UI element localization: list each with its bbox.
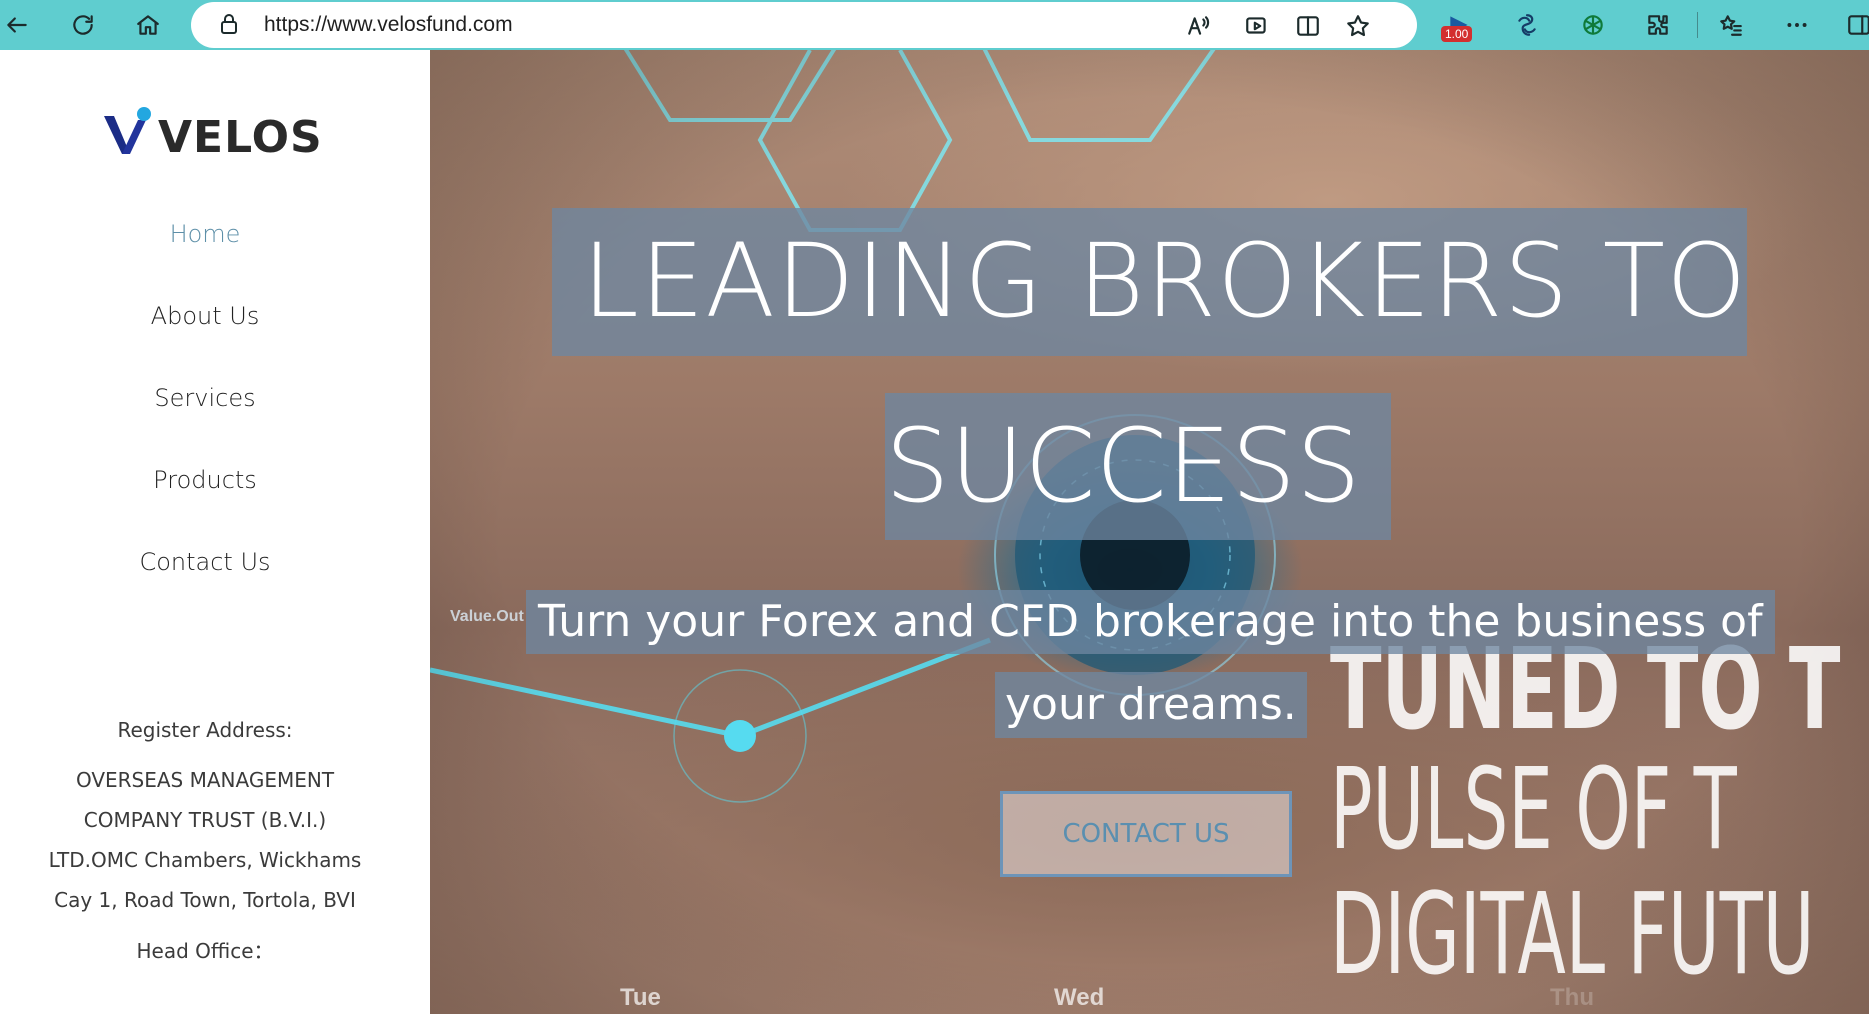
site-sidebar: VELOS Home About Us Services Products Co…	[0, 50, 430, 1014]
chart-day-label: Thu	[1550, 984, 1594, 1011]
refresh-icon	[73, 15, 93, 35]
back-arrow-icon	[7, 17, 27, 33]
menu-item-products[interactable]: Products	[0, 466, 410, 548]
favorite-star-icon[interactable]	[1344, 12, 1372, 40]
address-bar[interactable]: https://www.velosfund.com	[191, 2, 1417, 48]
more-options-icon[interactable]	[1780, 8, 1814, 42]
lock-icon[interactable]	[217, 12, 241, 41]
overlay-line: PULSE OF T	[1330, 745, 1737, 875]
address-block: Register Address: OVERSEAS MANAGEMENT CO…	[30, 710, 380, 971]
chart-day-label: Tue	[620, 984, 661, 1011]
register-address-label: Register Address:	[117, 718, 293, 742]
address-line: COMPANY TRUST (B.V.I.)	[83, 808, 327, 832]
home-button[interactable]	[131, 8, 165, 42]
address-line: LTD.OMC Chambers, Wickhams	[48, 848, 362, 872]
hero-subtitle-line-2: your dreams.	[995, 672, 1307, 738]
menu-item-contact-us[interactable]: Contact Us	[0, 548, 410, 630]
immersive-reader-icon[interactable]	[1243, 12, 1271, 40]
chart-day-label: Wed	[1054, 984, 1105, 1011]
url-text[interactable]: https://www.velosfund.com	[264, 13, 513, 37]
menu-item-services[interactable]: Services	[0, 384, 410, 466]
hero-headline-line-1: LEADING BROKERS TO	[552, 208, 1748, 356]
refresh-button[interactable]	[66, 8, 100, 42]
hero-subtitle-line-1: Turn your Forex and CFD brokerage into t…	[526, 590, 1775, 654]
favorites-list-icon[interactable]	[1714, 8, 1748, 42]
hero-headline-line-2: SUCCESS	[885, 393, 1391, 540]
speed-badge: 1.00	[1441, 26, 1473, 42]
back-button[interactable]	[0, 8, 34, 42]
extensions-puzzle-icon[interactable]	[1641, 8, 1675, 42]
velos-logo-mark-icon	[104, 107, 151, 154]
sidebar-toggle-icon[interactable]	[1842, 8, 1869, 42]
home-icon	[137, 15, 159, 35]
read-aloud-icon[interactable]	[1185, 12, 1213, 40]
overlay-line: DIGITAL FUTU	[1330, 870, 1815, 1000]
logo-wordmark: VELOS	[158, 112, 323, 163]
chatgpt-extension-icon[interactable]	[1576, 8, 1610, 42]
main-menu: Home About Us Services Products Contact …	[0, 220, 410, 630]
velos-logo[interactable]: VELOS	[100, 106, 322, 163]
split-screen-icon[interactable]	[1294, 12, 1322, 40]
chart-value-tag: Value.Out	[450, 608, 524, 625]
address-line: Cay 1, Road Town, Tortola, BVI	[54, 888, 356, 912]
menu-item-about-us[interactable]: About Us	[0, 302, 410, 384]
video-overlay-text: TUNED TO T PULSE OF T DIGITAL FUTU	[1330, 630, 1869, 1000]
hero-banner: Value.Out TUNED TO T PULSE OF T DIGITAL …	[430, 50, 1869, 1014]
browser-toolbar: https://www.velosfund.com 1.00	[0, 0, 1869, 50]
address-line: OVERSEAS MANAGEMENT	[75, 768, 335, 792]
extension-swirl-icon[interactable]	[1510, 8, 1544, 42]
head-office-label: Head Office：	[136, 939, 274, 963]
contact-us-button[interactable]: CONTACT US	[1000, 791, 1292, 877]
menu-item-home[interactable]: Home	[0, 220, 410, 302]
toolbar-divider	[1697, 12, 1698, 38]
